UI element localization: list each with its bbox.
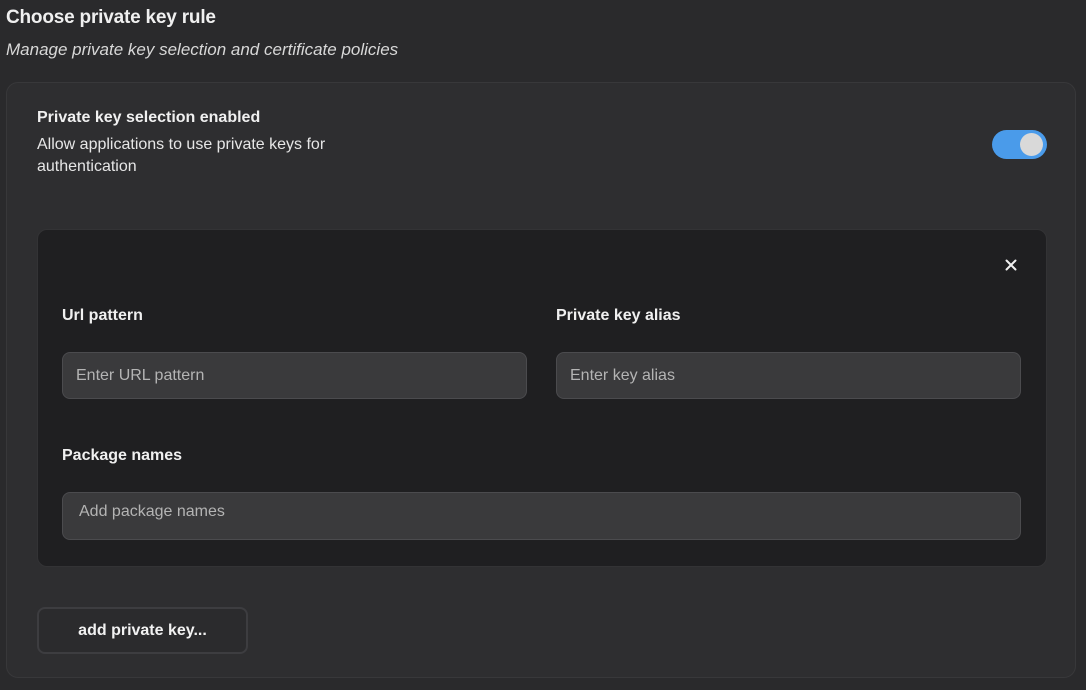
remove-rule-button[interactable] [1002, 256, 1020, 274]
private-key-alias-input[interactable] [556, 352, 1021, 399]
url-pattern-label: Url pattern [62, 307, 143, 324]
page-subtitle: Manage private key selection and certifi… [6, 40, 399, 59]
private-key-selection-toggle[interactable] [992, 130, 1047, 159]
toggle-knob [1020, 133, 1043, 156]
package-names-input[interactable] [62, 492, 1021, 540]
url-pattern-input[interactable] [62, 352, 527, 399]
private-key-rule-card: Url pattern Private key alias Package na… [37, 229, 1047, 567]
page-title: Choose private key rule [6, 7, 216, 28]
add-private-key-button[interactable]: add private key... [37, 607, 248, 654]
private-key-alias-label: Private key alias [556, 307, 681, 324]
package-names-label: Package names [62, 447, 183, 464]
setting-description: Allow applications to use private keys f… [37, 136, 326, 175]
page: Choose private key rule Manage private k… [0, 0, 1086, 690]
settings-card: Private key selection enabled Allow appl… [6, 82, 1076, 678]
setting-label: Private key selection enabled [37, 109, 261, 126]
close-icon [1005, 259, 1017, 271]
